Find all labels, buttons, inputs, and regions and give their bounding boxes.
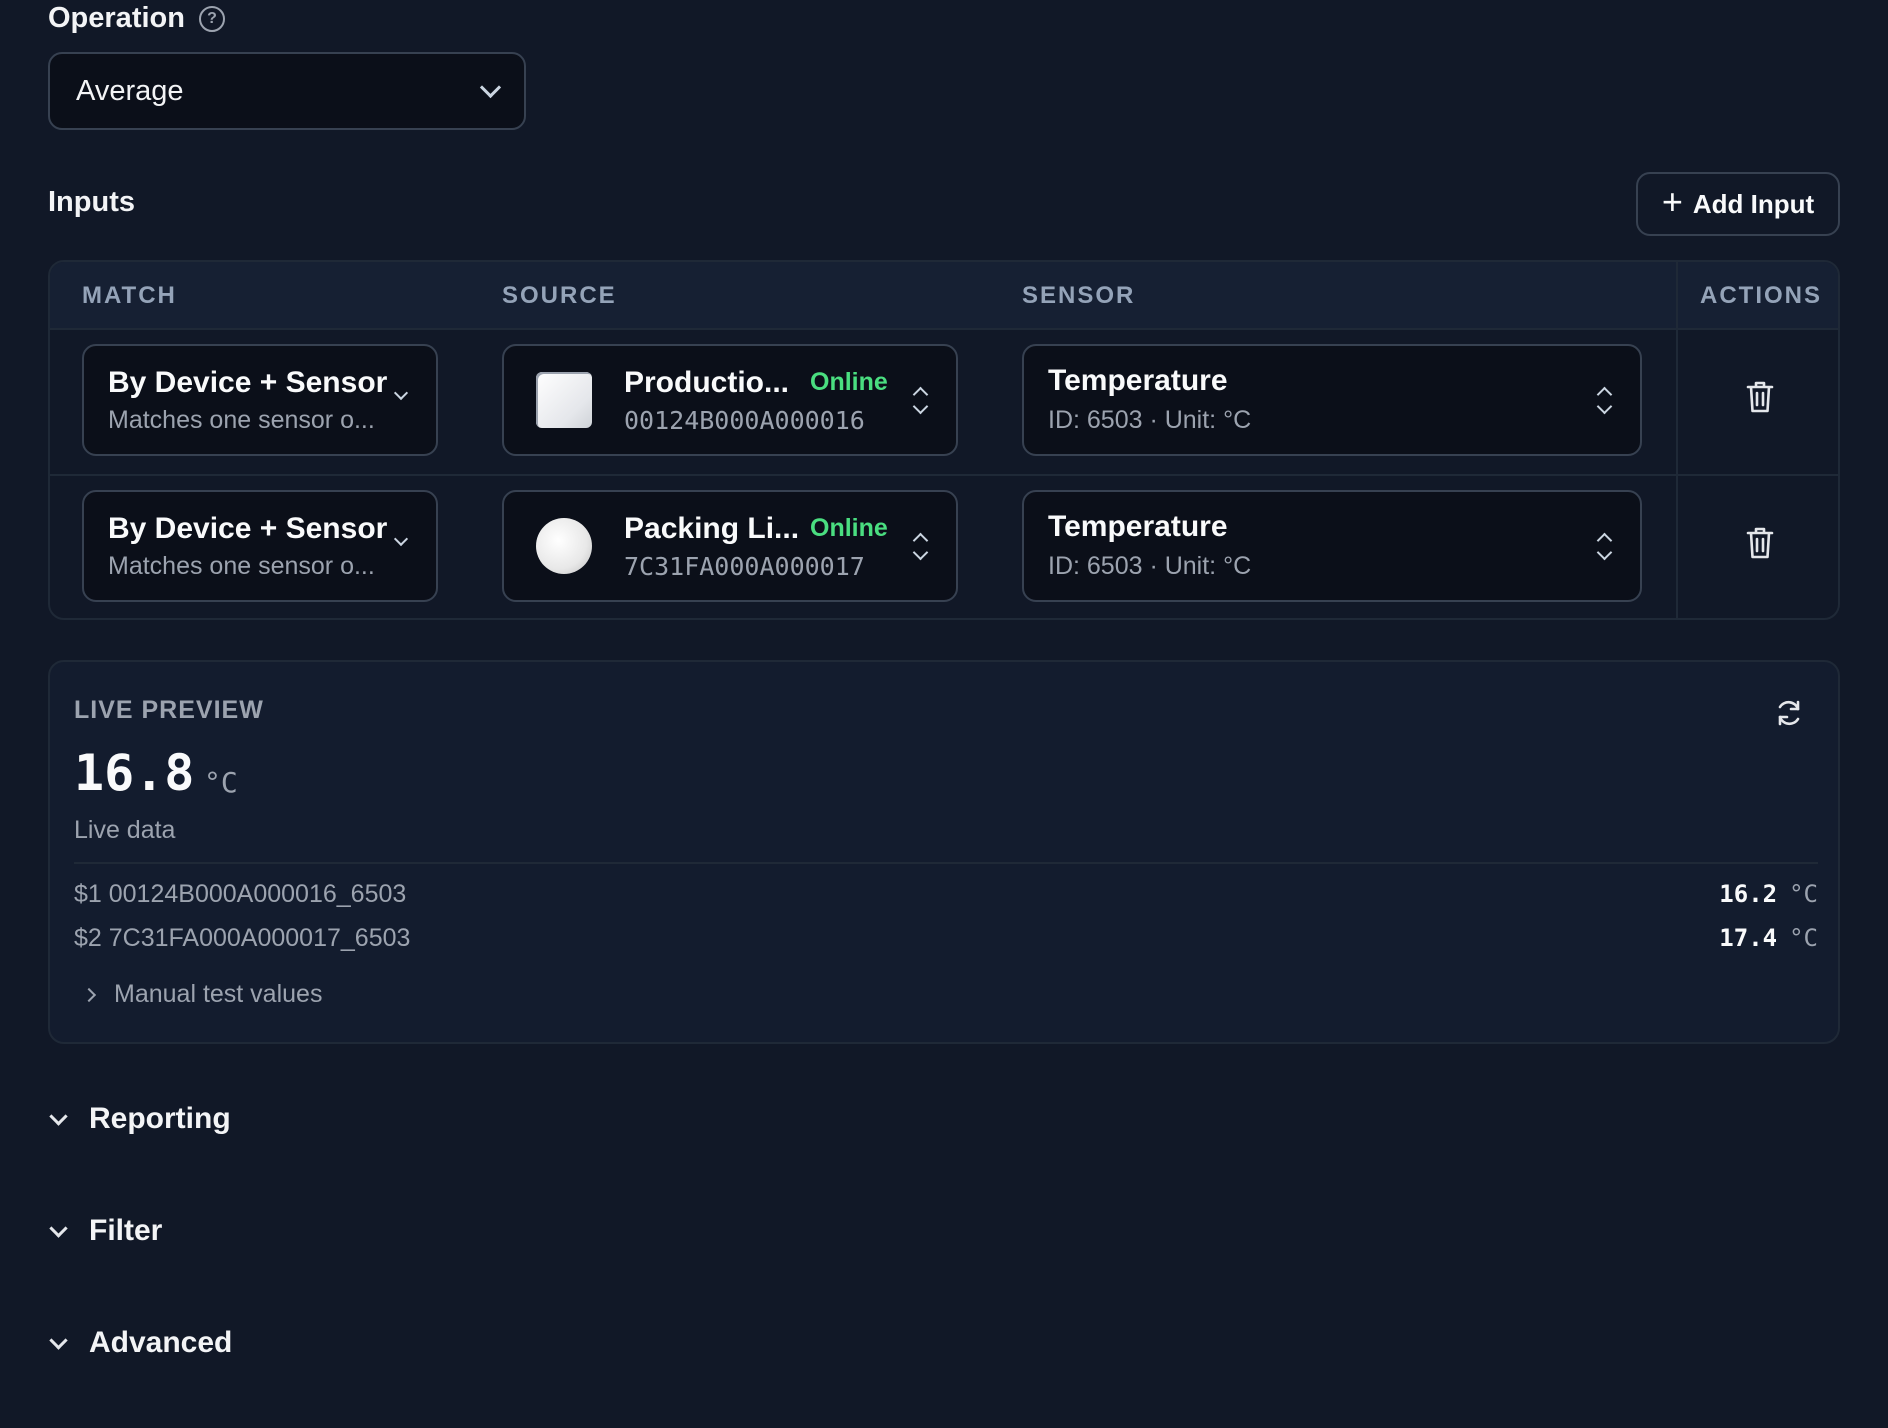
- sensor-name: Temperature: [1048, 364, 1228, 397]
- match-title: By Device + Sensor: [108, 366, 388, 399]
- match-description: Matches one sensor o...: [108, 552, 375, 580]
- match-select[interactable]: By Device + Sensor Matches one sensor o.…: [82, 490, 438, 602]
- add-input-label: Add Input: [1692, 188, 1815, 219]
- question-circle-icon[interactable]: ?: [198, 5, 225, 32]
- inputs-title: Inputs: [48, 186, 135, 218]
- live-data-label: Live data: [74, 816, 176, 844]
- chevron-down-icon: [49, 1218, 68, 1238]
- live-value-unit: °C: [204, 766, 238, 799]
- match-title: By Device + Sensor: [108, 512, 388, 545]
- column-header-sensor: SENSOR: [1022, 282, 1136, 309]
- chevron-down-icon: [49, 1106, 68, 1126]
- source-device-id: 00124B000A000016: [624, 406, 865, 435]
- status-badge: Online: [810, 514, 888, 542]
- preview-input-value: 16.2: [1719, 880, 1778, 908]
- column-header-match: MATCH: [82, 282, 177, 309]
- section-advanced[interactable]: Advanced: [49, 1326, 233, 1360]
- preview-input-label: $1 00124B000A000016_6503: [74, 880, 407, 908]
- chevron-down-icon: [393, 531, 409, 547]
- table-row: By Device + Sensor Matches one sensor o.…: [50, 474, 1838, 618]
- chevron-up-down-icon: [912, 532, 928, 562]
- source-name: Productio...: [624, 366, 789, 399]
- chevron-down-icon: [49, 1330, 68, 1350]
- device-thumbnail: [536, 372, 592, 428]
- manual-test-values-toggle[interactable]: Manual test values: [81, 980, 323, 1009]
- live-preview-panel: LIVE PREVIEW 16.8 °C Live data $1 00124B…: [48, 660, 1840, 1044]
- operation-selected-value: Average: [76, 74, 184, 107]
- chevron-up-down-icon: [912, 386, 928, 416]
- source-name: Packing Li...: [624, 512, 800, 545]
- live-preview-title: LIVE PREVIEW: [74, 696, 264, 724]
- preview-input-value: 17.4: [1719, 924, 1778, 952]
- column-header-source: SOURCE: [502, 282, 617, 309]
- live-value: 16.8: [74, 744, 195, 802]
- match-select[interactable]: By Device + Sensor Matches one sensor o.…: [82, 344, 438, 456]
- device-thumbnail: [536, 518, 592, 574]
- sensor-select[interactable]: Temperature ID: 6503 · Unit: °C: [1022, 490, 1642, 602]
- operation-label-text: Operation: [48, 2, 185, 34]
- operation-label: Operation ?: [48, 2, 225, 35]
- operation-select[interactable]: Average: [48, 52, 526, 130]
- match-description: Matches one sensor o...: [108, 406, 375, 434]
- source-select[interactable]: Productio... Online 00124B000A000016: [502, 344, 958, 456]
- divider: [74, 862, 1818, 864]
- preview-input-label: $2 7C31FA000A000017_6503: [74, 924, 411, 952]
- source-device-id: 7C31FA000A000017: [624, 552, 865, 581]
- chevron-right-icon: [81, 987, 97, 1002]
- preview-input-unit: °C: [1789, 880, 1818, 908]
- chevron-down-icon: [393, 385, 409, 401]
- column-header-actions: ACTIONS: [1700, 282, 1822, 309]
- trash-icon[interactable]: [1746, 526, 1774, 560]
- section-reporting[interactable]: Reporting: [49, 1102, 231, 1136]
- chevron-up-down-icon: [1596, 532, 1612, 562]
- section-filter[interactable]: Filter: [49, 1214, 163, 1248]
- add-input-button[interactable]: + Add Input: [1636, 172, 1840, 236]
- trash-icon[interactable]: [1746, 380, 1774, 414]
- status-badge: Online: [810, 368, 888, 396]
- sensor-name: Temperature: [1048, 510, 1228, 543]
- inputs-table: MATCH SOURCE SENSOR ACTIONS By Device + …: [48, 260, 1840, 620]
- section-filter-label: Filter: [89, 1214, 163, 1247]
- table-header: MATCH SOURCE SENSOR ACTIONS: [50, 262, 1838, 330]
- section-reporting-label: Reporting: [89, 1102, 231, 1135]
- table-row: By Device + Sensor Matches one sensor o.…: [50, 328, 1838, 476]
- plus-icon: +: [1661, 181, 1683, 222]
- section-advanced-label: Advanced: [89, 1326, 233, 1359]
- sensor-meta: ID: 6503 · Unit: °C: [1048, 406, 1252, 434]
- source-select[interactable]: Packing Li... Online 7C31FA000A000017: [502, 490, 958, 602]
- preview-input-unit: °C: [1789, 924, 1818, 952]
- chevron-down-icon: [479, 76, 502, 98]
- chevron-up-down-icon: [1596, 386, 1612, 416]
- manual-test-values-label: Manual test values: [114, 980, 323, 1008]
- sensor-meta: ID: 6503 · Unit: °C: [1048, 552, 1252, 580]
- refresh-icon[interactable]: [1774, 698, 1804, 728]
- sensor-select[interactable]: Temperature ID: 6503 · Unit: °C: [1022, 344, 1642, 456]
